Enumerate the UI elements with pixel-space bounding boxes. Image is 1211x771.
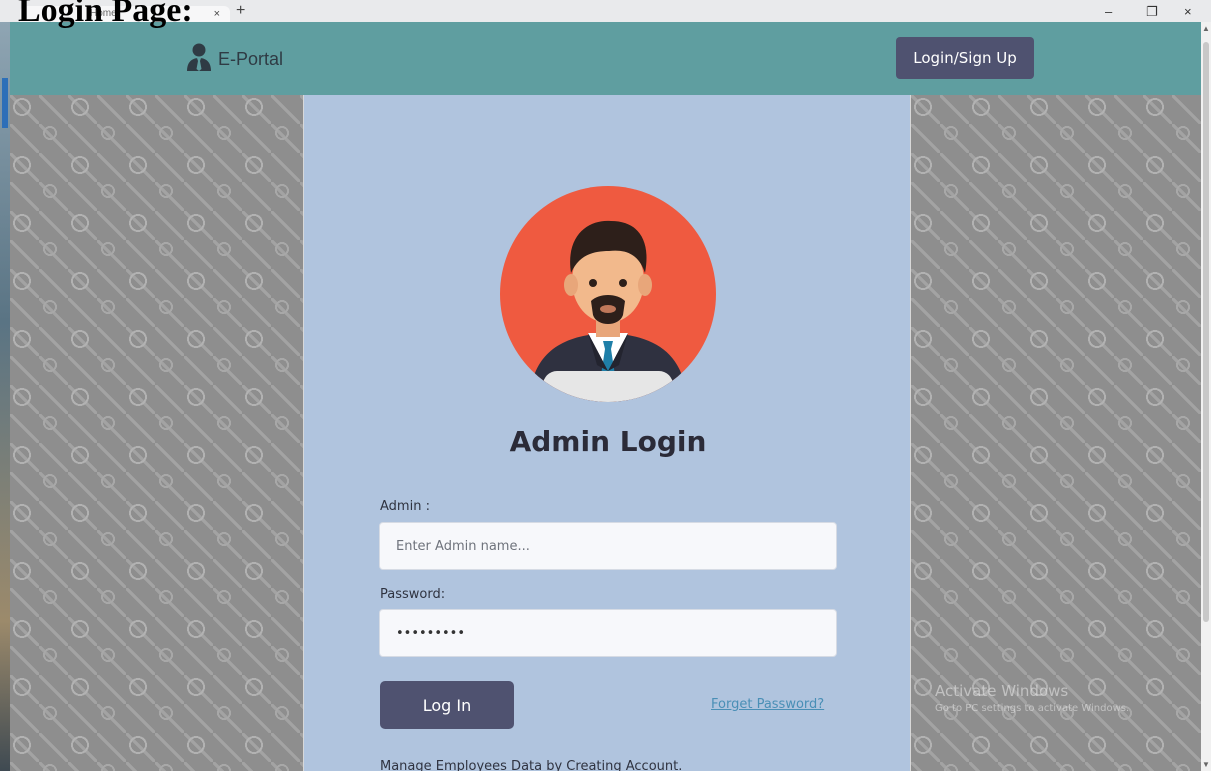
password-label: Password:	[380, 587, 446, 602]
scroll-down-icon[interactable]: ▼	[1202, 760, 1210, 769]
manage-employees-text: Manage Employees Data by Creating Accoun…	[380, 759, 683, 771]
document-heading: Login Page:	[18, 0, 193, 29]
activate-windows-watermark: Activate Windows Go to PC settings to ac…	[935, 682, 1129, 715]
doodle-background-right	[911, 95, 1201, 771]
minimize-icon[interactable]: –	[1105, 4, 1112, 19]
scroll-up-icon[interactable]: ▲	[1202, 24, 1210, 33]
browser-side-edge	[0, 22, 10, 771]
tab-close-icon[interactable]: ×	[214, 6, 220, 22]
restore-icon[interactable]: ❐	[1146, 4, 1158, 20]
brand-logo[interactable]: E-Portal	[184, 42, 283, 76]
user-tie-icon	[184, 42, 214, 77]
navbar: E-Portal Login/Sign Up	[10, 22, 1201, 95]
window-close-icon[interactable]: ×	[1184, 4, 1192, 19]
page-viewport: E-Portal Login/Sign Up Admin Login Admin…	[10, 22, 1201, 771]
password-input[interactable]	[379, 609, 837, 657]
admin-label: Admin :	[380, 499, 430, 514]
scrollbar-thumb[interactable]	[1203, 42, 1209, 622]
watermark-subtitle: Go to PC settings to activate Windows.	[935, 702, 1130, 714]
forgot-password-link[interactable]: Forget Password?	[711, 697, 824, 712]
admin-avatar-icon	[499, 185, 717, 403]
watermark-title: Activate Windows	[935, 682, 1069, 700]
login-signup-button[interactable]: Login/Sign Up	[896, 37, 1034, 79]
brand-name: E-Portal	[218, 48, 284, 69]
page-title: Admin Login	[509, 425, 707, 458]
log-in-button[interactable]: Log In	[380, 681, 514, 729]
scrollbar[interactable]: ▲ ▼	[1201, 22, 1211, 771]
new-tab-icon[interactable]: +	[236, 2, 245, 20]
admin-name-input[interactable]	[379, 522, 837, 570]
doodle-background-left	[10, 95, 303, 771]
login-card: Admin Login Admin : Password: Log In For…	[303, 95, 911, 771]
